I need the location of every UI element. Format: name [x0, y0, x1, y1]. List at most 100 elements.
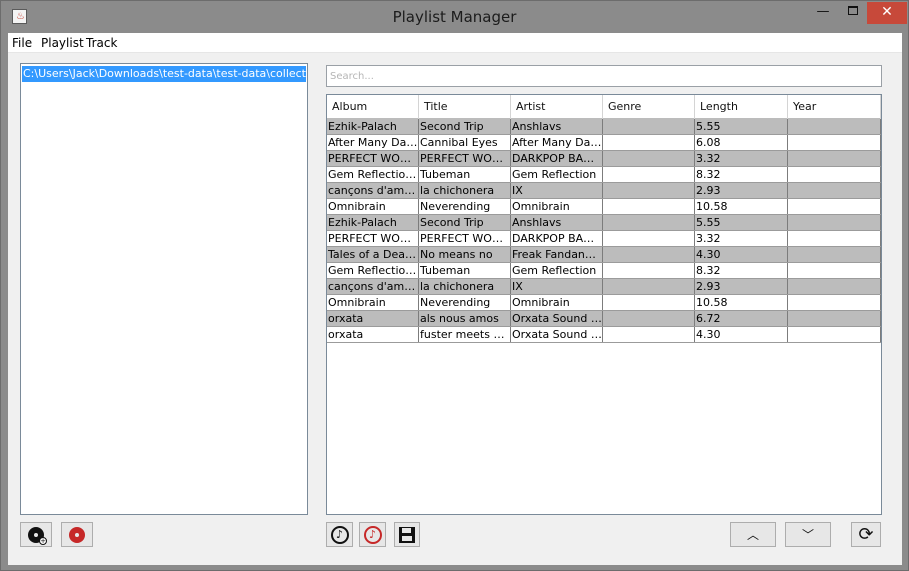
collection-item-selected[interactable]: C:\Users\Jack\Downloads\test-data\test-d… [22, 66, 306, 82]
table-cell-album: cançons d'amor ... [327, 183, 419, 198]
table-cell-length: 2.93 [695, 279, 788, 294]
table-cell-album: Gem Reflection 05 [327, 167, 419, 182]
table-cell-length: 4.30 [695, 327, 788, 342]
table-cell-length: 2.93 [695, 183, 788, 198]
add-track-button[interactable]: ♪ [326, 522, 353, 547]
table-cell-genre [603, 199, 695, 214]
table-cell-artist: DARKPOP BAND... [512, 151, 603, 166]
table-cell-artist: Gem Reflection [511, 263, 603, 278]
window-title: Playlist Manager [392, 8, 517, 26]
floppy-disk-icon [399, 526, 415, 543]
search-input[interactable] [330, 71, 878, 82]
table-cell-album: PERFECT WORLD [328, 231, 419, 246]
table-cell-year [788, 311, 881, 326]
collection-list[interactable]: C:\Users\Jack\Downloads\test-data\test-d… [20, 63, 308, 515]
maximize-button[interactable] [839, 2, 867, 24]
table-cell-title: la chichonera [419, 279, 511, 294]
table-row[interactable]: orxata fuster meets gu... Orxata Sound S..… [327, 327, 881, 343]
music-note-remove-icon: ♪ [363, 525, 382, 544]
table-cell-year [788, 295, 881, 310]
table-cell-title: fuster meets gu... [420, 327, 511, 342]
table-cell-artist: Anshlavs [511, 119, 603, 134]
table-cell-album: Omnibrain [327, 295, 419, 310]
table-cell-artist: Anshlavs [511, 215, 603, 230]
table-cell-length: 5.55 [695, 215, 788, 230]
chevron-down-icon: ﹀ [801, 528, 814, 542]
table-cell-album: After Many Days [328, 135, 419, 150]
table-cell-genre [603, 247, 695, 262]
column-header-title[interactable]: Title [419, 95, 511, 119]
column-header-year[interactable]: Year [788, 95, 881, 119]
table-cell-genre [603, 167, 695, 182]
table-cell-genre [603, 295, 695, 310]
table-row[interactable]: Ezhik-Palach Second Trip Anshlavs 5.55 [327, 215, 881, 231]
column-header-album[interactable]: Album [327, 95, 419, 119]
disc-add-icon: + [28, 526, 47, 545]
table-row[interactable]: orxata als nous amos Orxata Sound S... 6.72 [327, 311, 881, 327]
table-cell-year [788, 215, 881, 230]
menu-track[interactable]: Track [86, 36, 117, 50]
table-row[interactable]: Tales of a Dead... No means no Freak Fanda… [327, 247, 881, 263]
table-cell-length: 10.58 [695, 295, 788, 310]
table-cell-length: 3.32 [695, 151, 788, 166]
save-playlist-button[interactable] [394, 522, 420, 547]
title-bar[interactable]: ♨ Playlist Manager — ✕ [1, 1, 908, 33]
close-button[interactable]: ✕ [867, 2, 907, 24]
table-cell-artist: Orxata Sound S... [512, 327, 603, 342]
table-row[interactable]: Omnibrain Neverending Omnibrain 10.58 [327, 199, 881, 215]
menu-bar: File Playlist Track [8, 33, 902, 53]
table-cell-title: Second Trip [419, 119, 511, 134]
table-cell-artist: IX [511, 183, 603, 198]
table-body: Ezhik-Palach Second Trip Anshlavs 5.55 After… [327, 119, 881, 343]
table-cell-year [788, 263, 881, 278]
client-area: File Playlist Track C:\Users\Jack\Downlo… [8, 33, 902, 565]
table-row[interactable]: Ezhik-Palach Second Trip Anshlavs 5.55 [327, 119, 881, 135]
refresh-button[interactable]: ⟳ [851, 522, 881, 547]
music-note-icon: ♪ [330, 525, 349, 544]
remove-track-button[interactable]: ♪ [359, 522, 386, 547]
table-row[interactable]: PERFECT WORLD PERFECT WORL... DARKPOP BAND… [327, 151, 881, 167]
table-cell-year [788, 199, 881, 214]
table-cell-genre [603, 311, 695, 326]
table-cell-genre [603, 135, 695, 150]
track-table[interactable]: Album Title Artist Genre Length Year Ezh… [326, 94, 882, 515]
table-row[interactable]: After Many Days Cannibal Eyes After Many D… [327, 135, 881, 151]
move-down-button[interactable]: ﹀ [785, 522, 831, 547]
table-cell-album: Ezhik-Palach [327, 119, 419, 134]
table-cell-year [788, 183, 881, 198]
remove-collection-button[interactable] [61, 522, 93, 547]
table-cell-year [788, 167, 881, 182]
column-header-artist[interactable]: Artist [511, 95, 603, 119]
table-cell-length: 6.08 [695, 135, 788, 150]
column-header-length[interactable]: Length [695, 95, 788, 119]
table-cell-artist: Gem Reflection [511, 167, 603, 182]
add-collection-button[interactable]: + [20, 522, 52, 547]
table-row[interactable]: Omnibrain Neverending Omnibrain 10.58 [327, 295, 881, 311]
search-box[interactable] [326, 65, 882, 87]
table-row[interactable]: PERFECT WORLD PERFECT WORL... DARKPOP BAND… [327, 231, 881, 247]
maximize-icon [848, 6, 858, 15]
table-cell-title: PERFECT WORL... [420, 151, 511, 166]
table-cell-genre [603, 263, 695, 278]
disc-remove-icon [69, 526, 85, 543]
table-cell-year [788, 279, 881, 294]
move-up-button[interactable]: ︿ [730, 522, 776, 547]
table-cell-album: Gem Reflection 05 [327, 263, 419, 278]
table-cell-year [788, 119, 881, 134]
chevron-up-icon: ︿ [746, 528, 759, 542]
column-header-genre[interactable]: Genre [603, 95, 695, 119]
table-row[interactable]: cançons d'amor ...la chichoneraIX 2.93 [327, 279, 881, 295]
minimize-button[interactable]: — [807, 2, 839, 24]
table-cell-year [788, 231, 881, 246]
table-cell-length: 6.72 [695, 311, 788, 326]
table-cell-artist: After Many Days [512, 135, 603, 150]
table-row[interactable]: Gem Reflection 05TubemanGem Reflection 8.… [327, 263, 881, 279]
table-cell-artist: Orxata Sound S... [512, 311, 603, 326]
menu-file[interactable]: File [12, 36, 32, 50]
table-cell-length: 8.32 [695, 167, 788, 182]
table-row[interactable]: cançons d'amor ...la chichoneraIX 2.93 [327, 183, 881, 199]
table-cell-artist: Freak Fandango... [512, 247, 603, 262]
table-row[interactable]: Gem Reflection 05TubemanGem Reflection 8.… [327, 167, 881, 183]
menu-playlist[interactable]: Playlist [41, 36, 84, 50]
table-cell-genre [603, 231, 695, 246]
